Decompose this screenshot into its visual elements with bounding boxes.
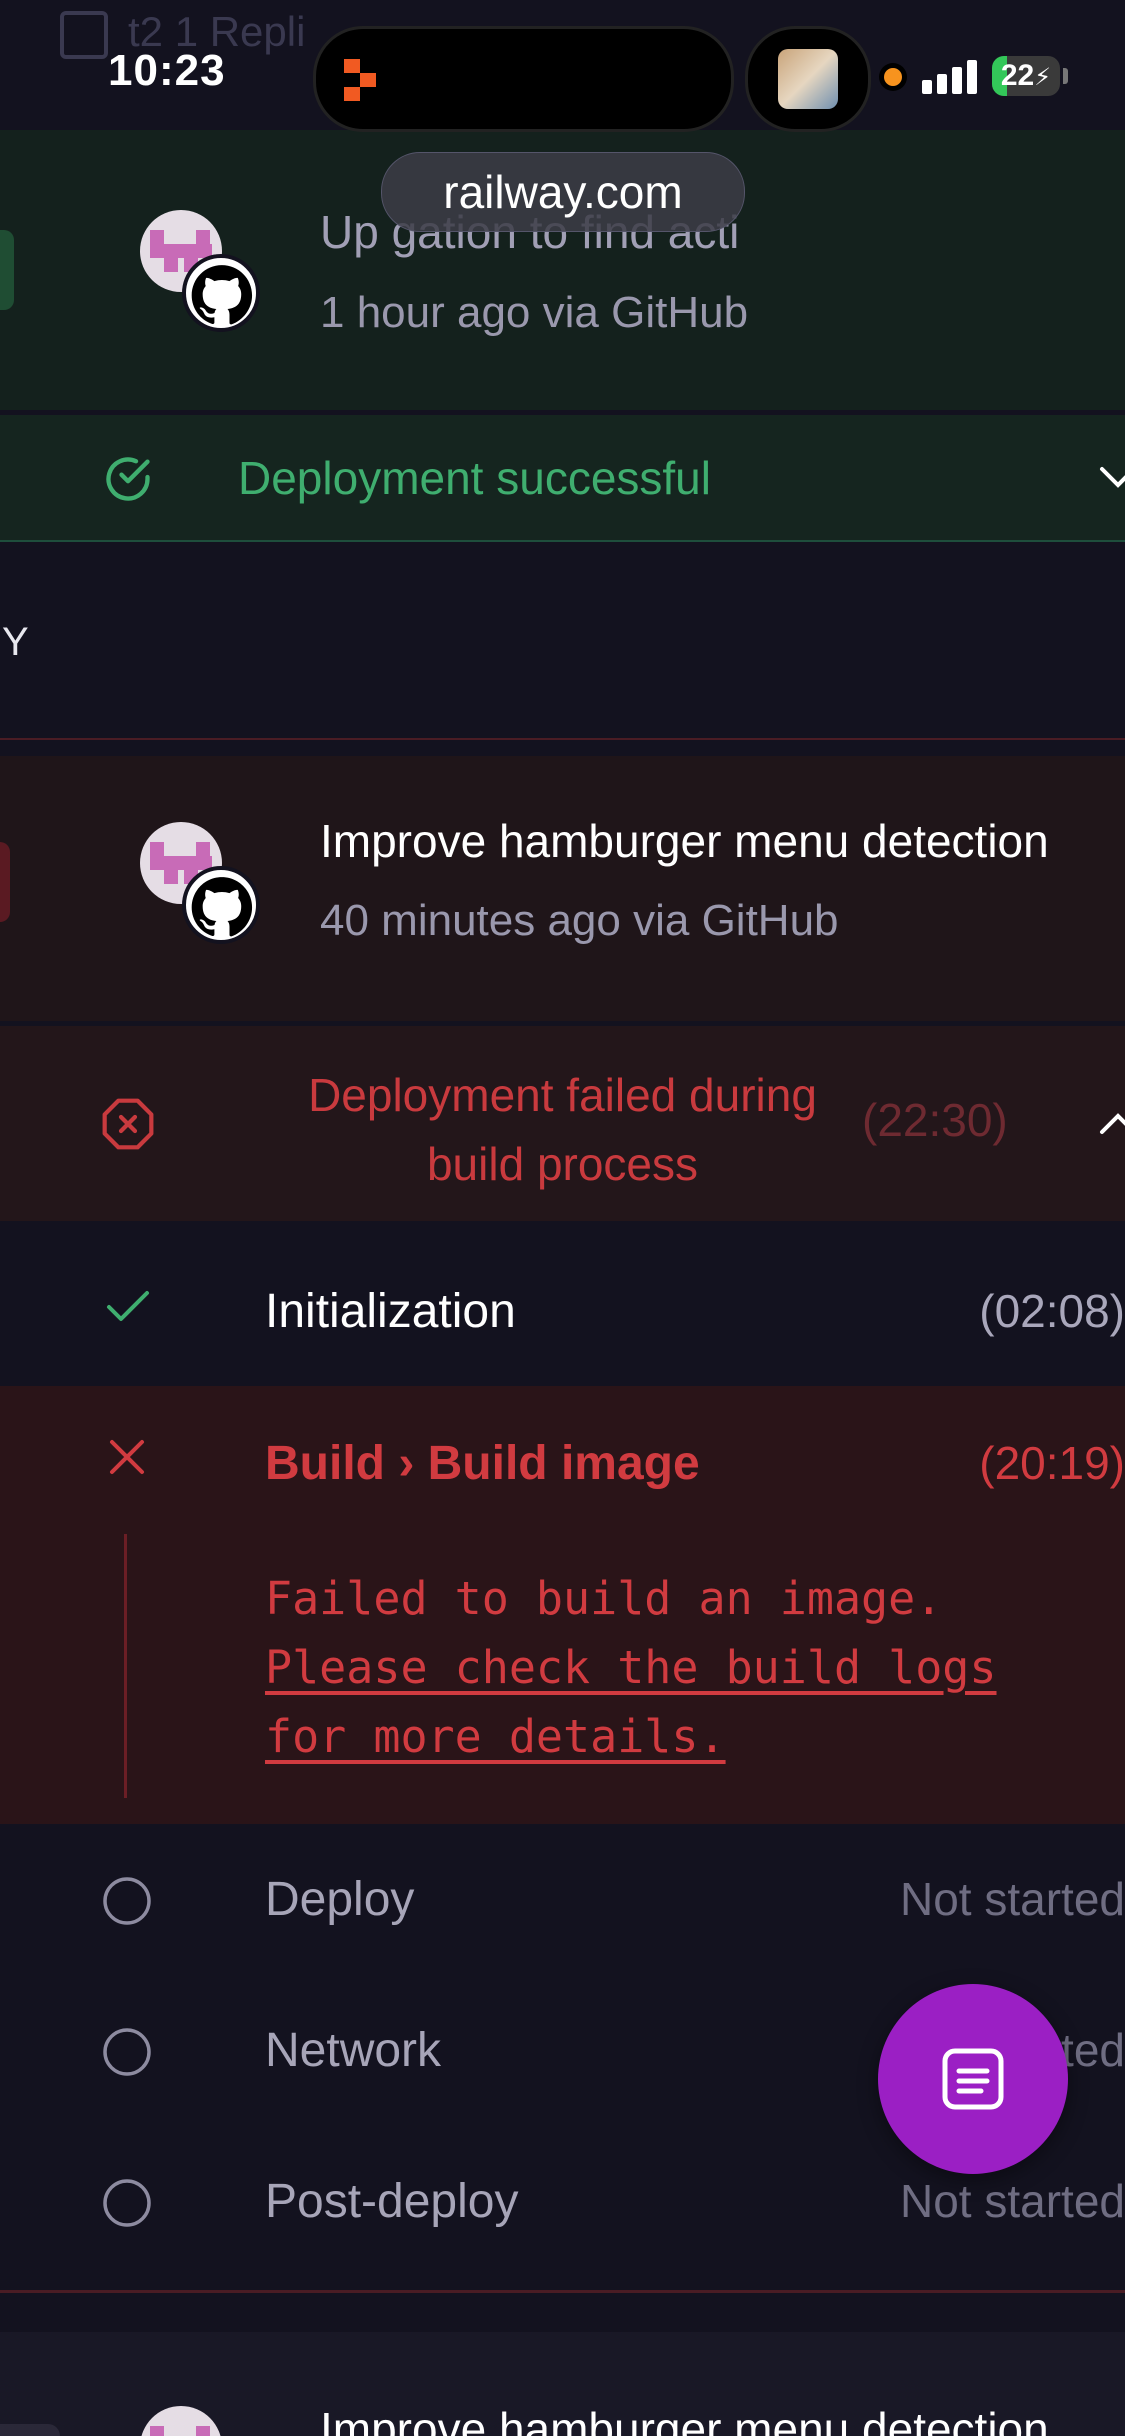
- deployment-status-failed[interactable]: Deployment failed during build process (…: [0, 1026, 1125, 1221]
- commit-author: [140, 822, 260, 944]
- now-playing-island: [745, 26, 871, 132]
- status-duration: (22:30): [862, 1094, 1008, 1146]
- collapsed-row[interactable]: Y: [0, 558, 1125, 740]
- deployment-card-failed[interactable]: Improve hamburger menu detection 40 minu…: [0, 756, 1125, 1021]
- deployment-status-success[interactable]: Deployment successful: [0, 415, 1125, 542]
- step-name: Initialization: [265, 1285, 516, 1338]
- commit-title: Improve hamburger menu detection: [320, 815, 1049, 867]
- step-deploy[interactable]: Deploy Not started: [0, 1824, 1125, 1974]
- battery-icon: 22⚡: [992, 56, 1060, 96]
- cellular-signal-icon: [922, 58, 978, 94]
- app-activity-icon: [344, 59, 376, 101]
- github-icon: [182, 254, 260, 332]
- check-circle-icon: [106, 457, 150, 501]
- status-time: 10:23: [108, 46, 226, 95]
- error-divider: [124, 1534, 127, 1798]
- status-indicator-bar: [0, 2424, 60, 2436]
- step-name: Post-deploy: [265, 2175, 519, 2228]
- chevron-down-icon[interactable]: [1098, 465, 1125, 491]
- step-build[interactable]: Build › Build image (20:19) Failed to bu…: [0, 1386, 1125, 1824]
- x-icon: [110, 1440, 144, 1474]
- divider: [0, 2290, 1125, 2293]
- commit-author: [140, 2406, 260, 2436]
- build-logs-link-continued[interactable]: for more details.: [265, 1702, 997, 1771]
- status-indicator-bar: [0, 842, 10, 922]
- status-indicator-bar: [0, 230, 14, 310]
- deployment-card-next[interactable]: Improve hamburger menu detection: [0, 2332, 1125, 2436]
- step-name: Network: [265, 2024, 442, 2077]
- commit-meta: 1 hour ago via GitHub: [320, 288, 749, 337]
- status-label: Deployment successful: [238, 452, 711, 504]
- logs-fab-button[interactable]: [878, 1984, 1068, 2174]
- step-duration: Not started: [900, 1873, 1125, 1925]
- commit-title: Improve hamburger menu detection: [320, 2403, 1049, 2436]
- github-icon: [182, 866, 260, 944]
- step-duration: (02:08): [979, 1285, 1125, 1337]
- dynamic-island: [313, 26, 734, 132]
- circle-icon: [103, 1877, 151, 1925]
- avatar: [140, 2406, 222, 2436]
- commit-author: [140, 210, 260, 332]
- step-name: Deploy: [265, 1873, 415, 1926]
- step-initialization[interactable]: Initialization (02:08): [0, 1236, 1125, 1386]
- chevron-up-icon[interactable]: [1098, 1110, 1125, 1136]
- battery-percent: 22⚡: [1000, 59, 1052, 92]
- build-logs-link[interactable]: Please check the build logs: [265, 1633, 997, 1702]
- check-icon: [107, 1291, 149, 1321]
- step-name: Build › Build image: [265, 1437, 700, 1490]
- album-art: [778, 49, 838, 109]
- circle-icon: [103, 2179, 151, 2227]
- step-duration: (20:19): [979, 1437, 1125, 1489]
- copy-icon: [60, 10, 108, 59]
- status-bar: t2 1 Repli 10:23 22⚡: [0, 0, 1125, 132]
- circle-icon: [103, 2028, 151, 2076]
- row-label: Y: [2, 620, 29, 664]
- mic-indicator-icon: [884, 68, 902, 86]
- logs-icon: [942, 2048, 1004, 2110]
- commit-meta: 40 minutes ago via GitHub: [320, 896, 839, 945]
- railway-deployments-page: t2 1 Repli 10:23 22⚡ railway.com Up gati…: [0, 0, 1125, 2436]
- build-error-message: Failed to build an image. Please check t…: [265, 1564, 997, 1771]
- battery-tip: [1063, 68, 1068, 84]
- status-label: Deployment failed during build process: [308, 1069, 817, 1190]
- step-duration: Not started: [900, 2175, 1125, 2227]
- x-circle-icon: [102, 1098, 154, 1150]
- url-bar[interactable]: railway.com: [381, 152, 745, 232]
